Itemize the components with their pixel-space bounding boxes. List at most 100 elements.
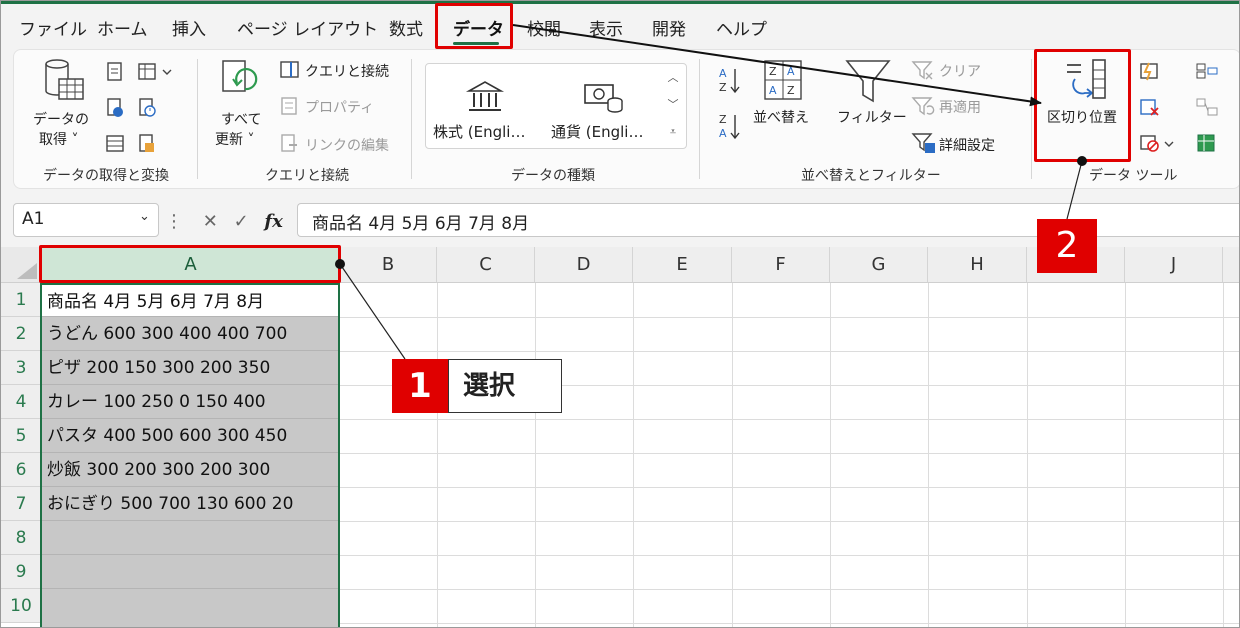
column-header-h[interactable]: H — [928, 247, 1027, 283]
svg-text:Z: Z — [769, 65, 777, 78]
data-tab-highlight-box — [435, 3, 513, 49]
column-header-f[interactable]: F — [732, 247, 830, 283]
step1-callout-text: 選択 — [448, 359, 562, 413]
currencies-button[interactable]: 通貨 (Engli… — [551, 121, 643, 142]
column-header-e[interactable]: E — [633, 247, 732, 283]
cell-a9[interactable] — [42, 555, 338, 589]
grid-line — [340, 521, 1239, 522]
queries-connections-button[interactable]: クエリと接続 — [305, 61, 389, 81]
consolidate-icon[interactable] — [1195, 61, 1219, 81]
bank-building-icon[interactable] — [465, 79, 505, 115]
row-header[interactable]: 3 — [1, 351, 42, 385]
enter-icon[interactable]: ✓ — [234, 211, 249, 232]
name-box-dropdown-icon[interactable]: ⌄ — [139, 209, 150, 224]
sort-button[interactable]: 並べ替え — [753, 107, 809, 127]
more-options-icon[interactable]: ⋮ — [165, 211, 183, 232]
edit-links-button[interactable]: リンクの編集 — [305, 135, 389, 155]
properties-button[interactable]: プロパティ — [305, 97, 374, 117]
sort-descending-icon[interactable]: Z A — [717, 111, 743, 145]
formula-input[interactable]: 商品名 4月 5月 6月 7月 8月 — [297, 203, 1239, 237]
cell-a2[interactable]: うどん 600 300 400 400 700 — [42, 317, 338, 351]
cancel-icon[interactable]: ✕ — [203, 211, 218, 232]
gallery-scroll-down-icon[interactable]: ﹀ — [663, 92, 683, 118]
cell-a7[interactable]: おにぎり 500 700 130 600 20 — [42, 487, 338, 521]
tab-insert[interactable]: 挿入 — [172, 15, 206, 40]
refresh-all-label-1[interactable]: すべて — [221, 109, 261, 129]
sort-ascending-icon[interactable]: A Z — [717, 65, 743, 99]
svg-text:A: A — [719, 67, 727, 80]
recent-sources-icon[interactable] — [137, 97, 157, 119]
from-range-icon[interactable] — [105, 133, 125, 155]
get-data-label-2[interactable]: 取得 ˅ — [39, 129, 78, 149]
svg-text:A: A — [719, 127, 727, 140]
reapply-button[interactable]: 再適用 — [939, 97, 981, 117]
tab-review[interactable]: 校閲 — [527, 15, 561, 40]
tab-file[interactable]: ファイル — [19, 15, 87, 40]
tab-home[interactable]: ホーム — [97, 15, 148, 40]
relationships-icon[interactable] — [1195, 97, 1219, 117]
cell-a8[interactable] — [42, 521, 338, 555]
row-header[interactable]: 2 — [1, 317, 42, 351]
cell-a6[interactable]: 炒飯 300 200 300 200 300 — [42, 453, 338, 487]
select-all-triangle-icon[interactable] — [17, 263, 37, 279]
name-box[interactable]: A1 — [13, 203, 159, 237]
grid-line — [1027, 283, 1028, 627]
tab-help[interactable]: ヘルプ — [716, 15, 767, 40]
tab-formulas[interactable]: 数式 — [389, 15, 423, 40]
row-header[interactable]: 1 — [1, 283, 42, 317]
cell-a5[interactable]: パスタ 400 500 600 300 450 — [42, 419, 338, 453]
formula-buttons: ⋮ ✕ ✓ fx — [165, 211, 283, 232]
svg-text:Z: Z — [719, 113, 727, 126]
title-accent-bar — [1, 1, 1239, 4]
row-header[interactable]: 10 — [1, 589, 42, 623]
currency-icon[interactable] — [581, 79, 625, 115]
cell-a3[interactable]: ピザ 200 150 300 200 350 — [42, 351, 338, 385]
gallery-scroll[interactable]: ︿ ﹀ ⩡ — [663, 65, 685, 147]
column-header-b[interactable]: B — [340, 247, 437, 283]
step1-badge: 1 — [392, 359, 448, 413]
flash-fill-icon[interactable] — [1139, 61, 1161, 81]
tab-page-layout[interactable]: ページ レイアウト — [237, 15, 378, 40]
refresh-all-label-2[interactable]: 更新 ˅ — [215, 129, 254, 149]
row-header[interactable]: 6 — [1, 453, 42, 487]
clear-button[interactable]: クリア — [939, 61, 981, 81]
sort-dialog-icon[interactable]: ZA AZ — [761, 59, 807, 103]
row-header[interactable]: 9 — [1, 555, 42, 589]
column-header-k[interactable] — [1223, 247, 1239, 283]
from-web-icon[interactable] — [105, 97, 125, 119]
from-table-icon[interactable] — [137, 61, 177, 83]
stocks-button[interactable]: 株式 (Engli… — [433, 121, 525, 142]
filter-button[interactable]: フィルター — [837, 107, 907, 127]
row-header[interactable]: 7 — [1, 487, 42, 521]
cell-a1[interactable]: 商品名 4月 5月 6月 7月 8月 — [42, 283, 338, 317]
row-header[interactable]: 8 — [1, 521, 42, 555]
grid-line — [340, 623, 1239, 624]
row-header[interactable]: 5 — [1, 419, 42, 453]
remove-duplicates-icon[interactable] — [1139, 97, 1161, 117]
column-header-j[interactable]: J — [1125, 247, 1223, 283]
refresh-all-icon[interactable] — [219, 59, 265, 105]
data-model-icon[interactable] — [1195, 133, 1219, 153]
gallery-scroll-up-icon[interactable]: ︿ — [663, 65, 683, 91]
filter-funnel-icon[interactable] — [843, 57, 893, 105]
from-text-icon[interactable] — [105, 61, 125, 83]
existing-connections-icon[interactable] — [137, 133, 157, 155]
tab-view[interactable]: 表示 — [589, 15, 623, 40]
database-table-icon[interactable] — [41, 57, 87, 105]
grid-line — [340, 589, 1239, 590]
data-validation-icon[interactable] — [1139, 133, 1177, 153]
column-header-g[interactable]: G — [830, 247, 928, 283]
column-header-d[interactable]: D — [535, 247, 633, 283]
insert-function-icon[interactable]: fx — [264, 211, 282, 232]
gallery-expand-icon[interactable]: ⩡ — [663, 119, 683, 145]
cell-a10[interactable] — [42, 589, 338, 627]
advanced-button[interactable]: 詳細設定 — [939, 135, 995, 155]
get-data-label-1[interactable]: データの — [33, 109, 89, 129]
ribbon-separator — [699, 59, 700, 179]
cell-a4[interactable]: カレー 100 250 0 150 400 — [42, 385, 338, 419]
tab-developer[interactable]: 開発 — [652, 15, 686, 40]
ribbon-separator — [411, 59, 412, 179]
excel-window: ファイル ホーム 挿入 ページ レイアウト 数式 データ 校閲 表示 開発 ヘル… — [0, 0, 1240, 628]
row-header[interactable]: 4 — [1, 385, 42, 419]
column-header-c[interactable]: C — [437, 247, 535, 283]
